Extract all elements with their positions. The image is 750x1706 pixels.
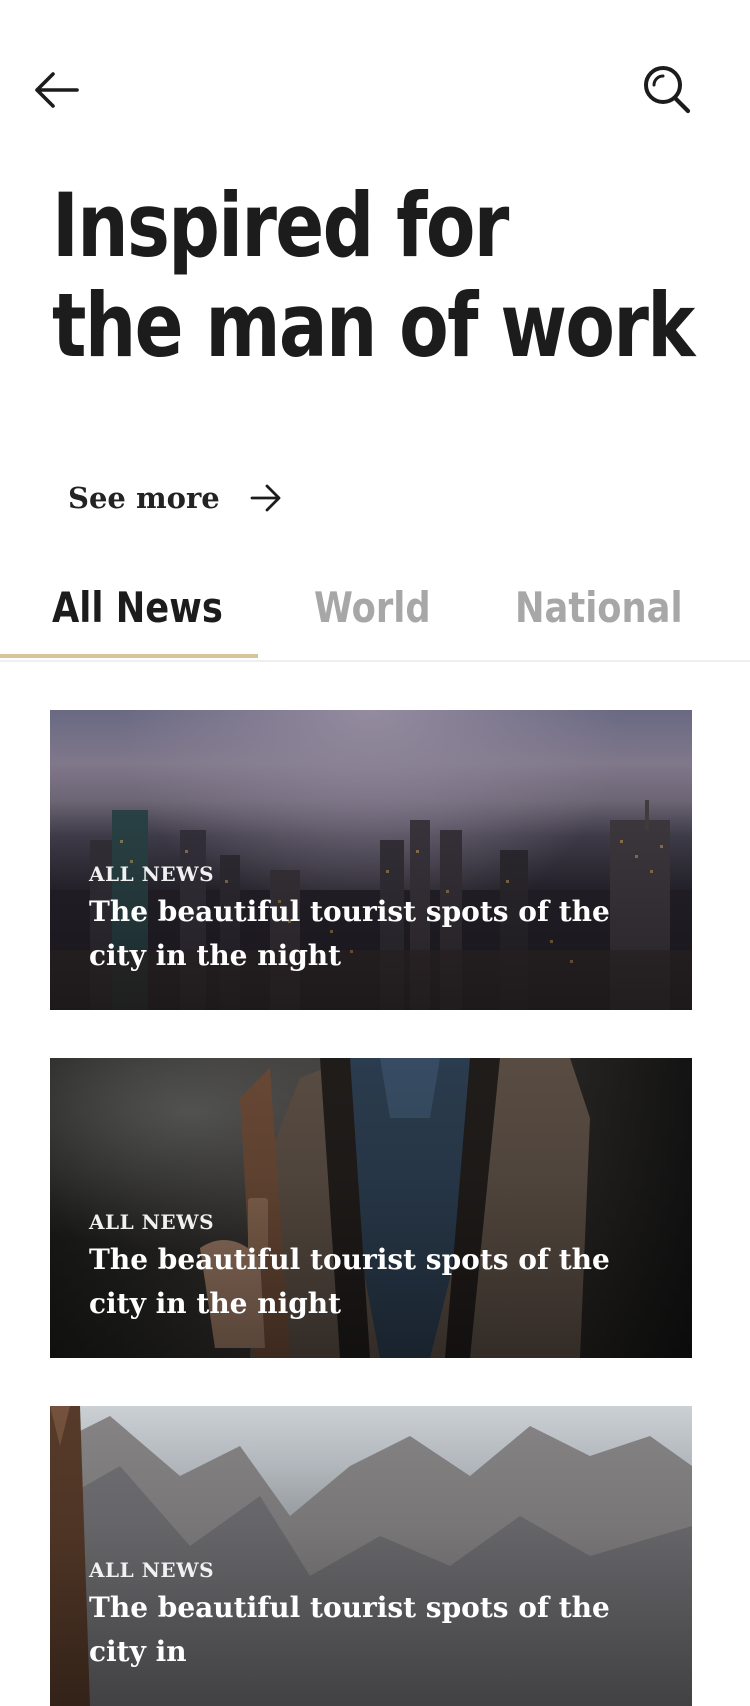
see-more-link[interactable]: See more bbox=[68, 470, 282, 526]
article-text: ALL NEWS The beautiful tourist spots of … bbox=[89, 1556, 669, 1674]
article-card[interactable]: ALL NEWS The beautiful tourist spots of … bbox=[50, 1058, 692, 1358]
see-more-label: See more bbox=[68, 481, 220, 515]
arrow-left-icon bbox=[35, 72, 79, 108]
back-button[interactable] bbox=[30, 64, 82, 116]
article-title: The beautiful tourist spots of the city … bbox=[89, 1243, 610, 1320]
article-category: ALL NEWS bbox=[89, 1558, 215, 1582]
article-category: ALL NEWS bbox=[89, 862, 215, 886]
tab-all-news[interactable]: All News bbox=[52, 578, 223, 638]
article-text: ALL NEWS The beautiful tourist spots of … bbox=[89, 1208, 669, 1326]
top-bar bbox=[0, 0, 750, 180]
tab-world[interactable]: World bbox=[314, 578, 431, 638]
article-card[interactable]: ALL NEWS The beautiful tourist spots of … bbox=[50, 710, 692, 1010]
active-tab-indicator bbox=[0, 654, 258, 658]
search-icon bbox=[644, 66, 691, 114]
search-button[interactable] bbox=[640, 62, 696, 118]
hero-title: Inspired for the man of work bbox=[52, 174, 695, 377]
hero-title-line-2: the man of work bbox=[52, 274, 695, 377]
arrow-right-icon bbox=[250, 484, 282, 512]
hero-title-line-1: Inspired for bbox=[52, 174, 509, 277]
tab-national[interactable]: National bbox=[515, 578, 683, 638]
article-title: The beautiful tourist spots of the city … bbox=[89, 1591, 610, 1668]
category-tabs: All News World National bbox=[0, 566, 750, 662]
article-title: The beautiful tourist spots of the city … bbox=[89, 895, 610, 972]
article-category: ALL NEWS bbox=[89, 1210, 215, 1234]
article-card[interactable]: ALL NEWS The beautiful tourist spots of … bbox=[50, 1406, 692, 1706]
article-text: ALL NEWS The beautiful tourist spots of … bbox=[89, 860, 669, 978]
